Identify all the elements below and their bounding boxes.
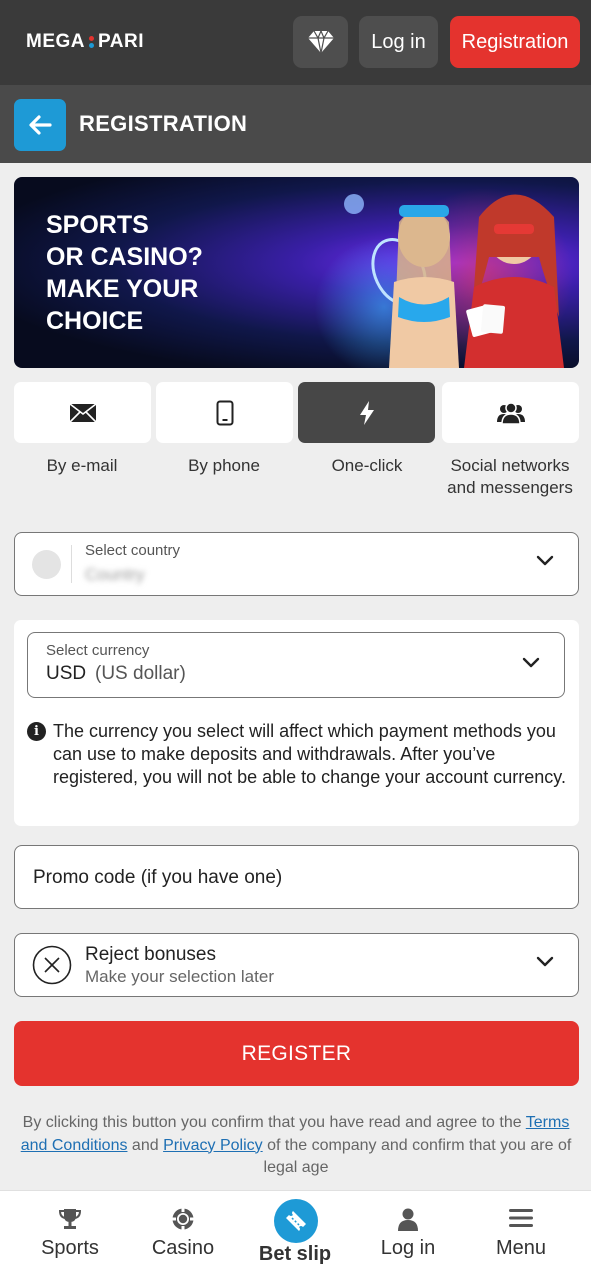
terms-notice: By clicking this button you confirm that… <box>20 1114 572 1176</box>
casino-chip-icon <box>172 1208 194 1230</box>
tab-label-one-click: One-click <box>331 456 403 475</box>
page-header: REGISTRATION <box>0 85 591 163</box>
megapari-logo[interactable]: MEGA PARI <box>26 30 144 54</box>
tab-label-email: By e-mail <box>46 456 118 475</box>
logo-text-right: PARI <box>98 31 144 52</box>
page-title: REGISTRATION <box>79 111 248 136</box>
hamburger-icon <box>509 1209 533 1227</box>
phone-icon <box>216 400 233 425</box>
bet-slip-button[interactable] <box>274 1199 318 1243</box>
close-circle-icon <box>32 945 72 985</box>
bonus-title: Reject bonuses <box>85 944 216 965</box>
logo-dot-icon <box>89 36 94 48</box>
currency-code: USD <box>46 663 87 684</box>
tab-by-email[interactable] <box>14 382 151 443</box>
banner-illustration <box>344 194 564 368</box>
top-header: MEGA PARI Log in Registration <box>0 0 591 85</box>
trophy-icon <box>58 1209 82 1229</box>
nav-bet-slip-label: Bet slip <box>258 1243 332 1265</box>
country-select-label: Select country <box>85 542 181 559</box>
nav-casino[interactable]: Casino <box>128 1191 238 1280</box>
vip-diamond-button[interactable] <box>293 16 348 68</box>
nav-sports-label: Sports <box>41 1237 99 1259</box>
nav-login[interactable]: Log in <box>353 1191 463 1280</box>
tab-label-social: Social networks and messengers <box>447 456 573 497</box>
tab-label-phone: By phone <box>188 456 260 475</box>
country-select[interactable]: Select country Country <box>14 532 579 596</box>
nav-sports[interactable]: Sports <box>15 1191 125 1280</box>
user-icon <box>398 1208 418 1231</box>
chevron-down-icon <box>522 657 540 668</box>
arrow-left-icon <box>29 115 52 135</box>
nav-menu[interactable]: Menu <box>466 1191 576 1280</box>
people-icon <box>496 401 525 424</box>
tab-by-phone[interactable] <box>156 382 293 443</box>
nav-casino-label: Casino <box>151 1237 215 1259</box>
ticket-icon <box>286 1211 306 1231</box>
promo-code-input[interactable]: Promo code (if you have one) <box>14 845 579 909</box>
tab-social-networks[interactable] <box>442 382 579 443</box>
bonus-subtitle: Make your selection later <box>85 967 274 986</box>
promo-code-placeholder: Promo code (if you have one) <box>33 867 283 888</box>
currency-select-label: Select currency <box>46 642 150 659</box>
register-button[interactable]: REGISTER <box>14 1021 579 1086</box>
country-select-value: Country <box>85 565 145 584</box>
country-flag-icon <box>32 550 61 579</box>
login-button[interactable]: Log in <box>359 16 438 68</box>
lightning-icon <box>359 400 374 425</box>
chevron-down-icon <box>536 555 554 566</box>
currency-section: Select currency USD (US dollar) i The cu… <box>14 620 579 826</box>
tab-one-click[interactable] <box>298 382 435 443</box>
logo-text-left: MEGA <box>26 31 85 52</box>
privacy-policy-link[interactable]: Privacy Policy <box>163 1137 263 1154</box>
envelope-icon <box>68 402 97 423</box>
nav-menu-label: Menu <box>495 1237 547 1259</box>
nav-login-label: Log in <box>380 1237 436 1259</box>
info-icon: i <box>27 722 46 741</box>
promo-banner[interactable]: SPORTS OR CASINO? MAKE YOUR CHOICE <box>14 177 579 368</box>
chevron-down-icon <box>536 956 554 967</box>
currency-info-text: The currency you select will affect whic… <box>53 721 566 787</box>
currency-name: (US dollar) <box>95 663 186 684</box>
bonus-select[interactable]: Reject bonuses Make your selection later <box>14 933 579 997</box>
back-button[interactable] <box>14 99 66 151</box>
currency-select[interactable]: Select currency USD (US dollar) <box>27 632 565 698</box>
diamond-icon <box>307 30 334 54</box>
registration-button[interactable]: Registration <box>450 16 580 68</box>
banner-headline: SPORTS OR CASINO? MAKE YOUR CHOICE <box>46 211 203 335</box>
